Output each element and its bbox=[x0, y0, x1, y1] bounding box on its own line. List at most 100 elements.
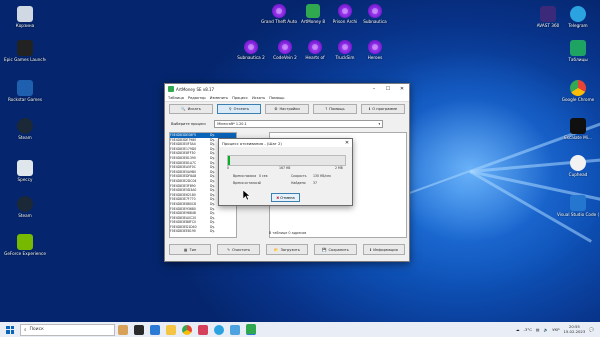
explorer-icon[interactable] bbox=[166, 324, 176, 335]
remaining-value: 0 bbox=[259, 181, 262, 185]
maximize-button[interactable]: ☐ bbox=[381, 86, 395, 92]
cancel-button[interactable]: ✖ Отмена bbox=[271, 193, 300, 202]
cancel-icon: ✖ bbox=[276, 195, 280, 200]
desktop-icon-steam[interactable]: Steam bbox=[4, 118, 46, 140]
telegram-icon[interactable] bbox=[214, 324, 224, 335]
help-button[interactable]: ? Помощь bbox=[313, 104, 357, 114]
desktop-icon-torrent[interactable]: Subnautica bbox=[354, 4, 396, 24]
system-tray: ☁ -3°C ▤ 🔈 УКР 20:55 15.02.2023 💬 bbox=[516, 324, 600, 334]
settings-button-label: Настройки bbox=[279, 107, 300, 111]
desktop-icon-label: Таблицы bbox=[568, 57, 588, 62]
process-label: Выберите процесс bbox=[171, 122, 207, 126]
desktop-icon-torrent[interactable]: Heroes bbox=[354, 40, 396, 60]
desktop-icon-geforce[interactable]: GeForce Experience bbox=[4, 234, 46, 256]
elapsed-label: Время поиска bbox=[233, 174, 257, 178]
desktop-icon-label: Rockstar Games bbox=[7, 97, 43, 102]
save-button-label: Сохранить bbox=[328, 247, 349, 252]
found-value: 37 bbox=[313, 181, 318, 185]
minimize-button[interactable]: – bbox=[367, 86, 381, 92]
taskbar-app-icon[interactable] bbox=[134, 324, 144, 335]
type-button[interactable]: ▦ Тип bbox=[169, 244, 212, 255]
network-icon[interactable]: ▤ bbox=[536, 327, 540, 332]
process-select-value: Minecraft* 1.20.1 bbox=[217, 122, 247, 126]
chevron-down-icon: ▾ bbox=[378, 122, 381, 126]
desktop-icon-speccy[interactable]: Speccy bbox=[4, 160, 46, 182]
taskbar: ⌕ Поиск ☁ -3°C ▤ 🔈 УКР 20:55 15.02.2023 💬 bbox=[0, 322, 600, 337]
clear-icon: ✎ bbox=[227, 247, 231, 252]
weather-icon[interactable]: ☁ bbox=[516, 327, 520, 332]
language-indicator[interactable]: УКР bbox=[552, 327, 559, 332]
geforce-icon bbox=[17, 234, 33, 250]
volume-icon[interactable]: 🔈 bbox=[543, 327, 548, 332]
artmoney-taskbar-icon[interactable] bbox=[246, 324, 256, 335]
bittorrent-icon bbox=[338, 4, 352, 18]
toolbar: 🔍 Искать ⚲ Отсеять ⚙ Настройки ? Помощь ℹО п… bbox=[165, 102, 409, 119]
window-titlebar[interactable]: ArtMoney SE v8.17 – ☐ ✕ bbox=[165, 84, 409, 94]
chrome-icon bbox=[570, 80, 586, 96]
search-icon: 🔍 bbox=[181, 107, 186, 111]
menu-table[interactable]: Таблица bbox=[168, 96, 184, 100]
clear-button-label: Очистить bbox=[232, 247, 251, 252]
table-row[interactable]: F0E4D83EE8190 Dy. bbox=[170, 229, 236, 234]
about-button[interactable]: ℹО программе bbox=[361, 104, 405, 114]
desktop-icon-chrome[interactable]: Google Chrome bbox=[557, 80, 599, 102]
menu-help[interactable]: Помощь bbox=[269, 96, 284, 100]
desktop-icon-sheets[interactable]: Таблицы bbox=[557, 40, 599, 62]
taskview-icon[interactable] bbox=[118, 324, 128, 335]
cancel-button-label: Отмена bbox=[280, 195, 295, 200]
dialog-close-button[interactable]: ✕ bbox=[342, 140, 352, 146]
chrome-icon[interactable] bbox=[182, 324, 192, 335]
clear-button[interactable]: ✎ Очистить bbox=[217, 244, 260, 255]
desktop-icon-label: Epic Games Launcher bbox=[4, 57, 46, 62]
menu-search[interactable]: Искать bbox=[252, 96, 265, 100]
menu-editor[interactable]: Редактор bbox=[188, 96, 206, 100]
desktop-icon-vscode[interactable]: Visual Studio Code (2) bbox=[557, 195, 599, 217]
filter-icon: ⚲ bbox=[228, 107, 232, 111]
settings-button[interactable]: ⚙ Настройки bbox=[265, 104, 309, 114]
app-icon bbox=[570, 118, 586, 134]
info-button[interactable]: ℹ Информация bbox=[362, 244, 406, 255]
search-button[interactable]: 🔍 Искать bbox=[169, 104, 213, 114]
taskbar-app-icon[interactable] bbox=[230, 324, 240, 335]
progress-start: 0 bbox=[227, 166, 230, 170]
artmoney-icon bbox=[306, 4, 320, 18]
dialog-titlebar[interactable]: Процесс отсеивания - (Шаг 2) ✕ bbox=[219, 139, 352, 147]
bittorrent-icon bbox=[272, 4, 286, 18]
menu-edit[interactable]: Изменить bbox=[210, 96, 228, 100]
edge-icon[interactable] bbox=[150, 324, 160, 335]
process-select[interactable]: Minecraft* 1.20.1 ▾ bbox=[214, 120, 384, 128]
menu-process[interactable]: Процесс bbox=[232, 96, 248, 100]
sheets-icon bbox=[570, 40, 586, 56]
load-button[interactable]: 📂 Загрузить bbox=[265, 244, 309, 255]
search-button-label: Искать bbox=[187, 107, 201, 111]
settings-icon: ⚙ bbox=[274, 107, 278, 111]
bittorrent-icon bbox=[308, 40, 322, 54]
desktop-icon-epic[interactable]: Epic Games Launcher bbox=[4, 40, 46, 62]
notifications-icon[interactable]: 💬 bbox=[589, 327, 594, 332]
progress-end: 2 Мб bbox=[335, 166, 343, 170]
desktop-icon-telegram[interactable]: Telegram bbox=[557, 6, 599, 28]
desktop-icon-app[interactable]: Escalate Mi... bbox=[557, 118, 599, 140]
epic-games-icon bbox=[17, 40, 33, 56]
mouse-cursor-icon bbox=[243, 190, 250, 200]
desktop-icon-label: Heroes bbox=[367, 55, 383, 60]
taskbar-search-box[interactable]: ⌕ Поиск bbox=[20, 323, 115, 336]
desktop-icon-recycle-bin[interactable]: Корзина bbox=[4, 6, 46, 28]
desktop-icon-label: Visual Studio Code (2) bbox=[557, 212, 599, 217]
save-button[interactable]: 💾 Сохранить bbox=[314, 244, 357, 255]
desktop-icon-steam-2[interactable]: Steam bbox=[4, 196, 46, 218]
desktop-icon-label: Корзина bbox=[15, 23, 35, 28]
filter-button[interactable]: ⚲ Отсеять bbox=[217, 104, 261, 114]
desktop-icon-cuphead[interactable]: Cuphead bbox=[557, 155, 599, 177]
elapsed-value: 0 сек bbox=[259, 174, 268, 178]
desktop-icon-label: Subnautica bbox=[363, 19, 387, 24]
bittorrent-icon bbox=[244, 40, 258, 54]
close-button[interactable]: ✕ bbox=[395, 86, 409, 92]
filter-button-label: Отсеять bbox=[233, 107, 250, 111]
speed-value: 130 Кб/сек bbox=[313, 174, 332, 178]
clock[interactable]: 20:55 15.02.2023 bbox=[564, 324, 586, 334]
desktop-icon-label: Telegram bbox=[568, 23, 588, 28]
taskbar-app-icon[interactable] bbox=[198, 324, 208, 335]
windows-start-button[interactable] bbox=[6, 325, 14, 334]
desktop-icon-rockstar[interactable]: Rockstar Games bbox=[4, 80, 46, 102]
